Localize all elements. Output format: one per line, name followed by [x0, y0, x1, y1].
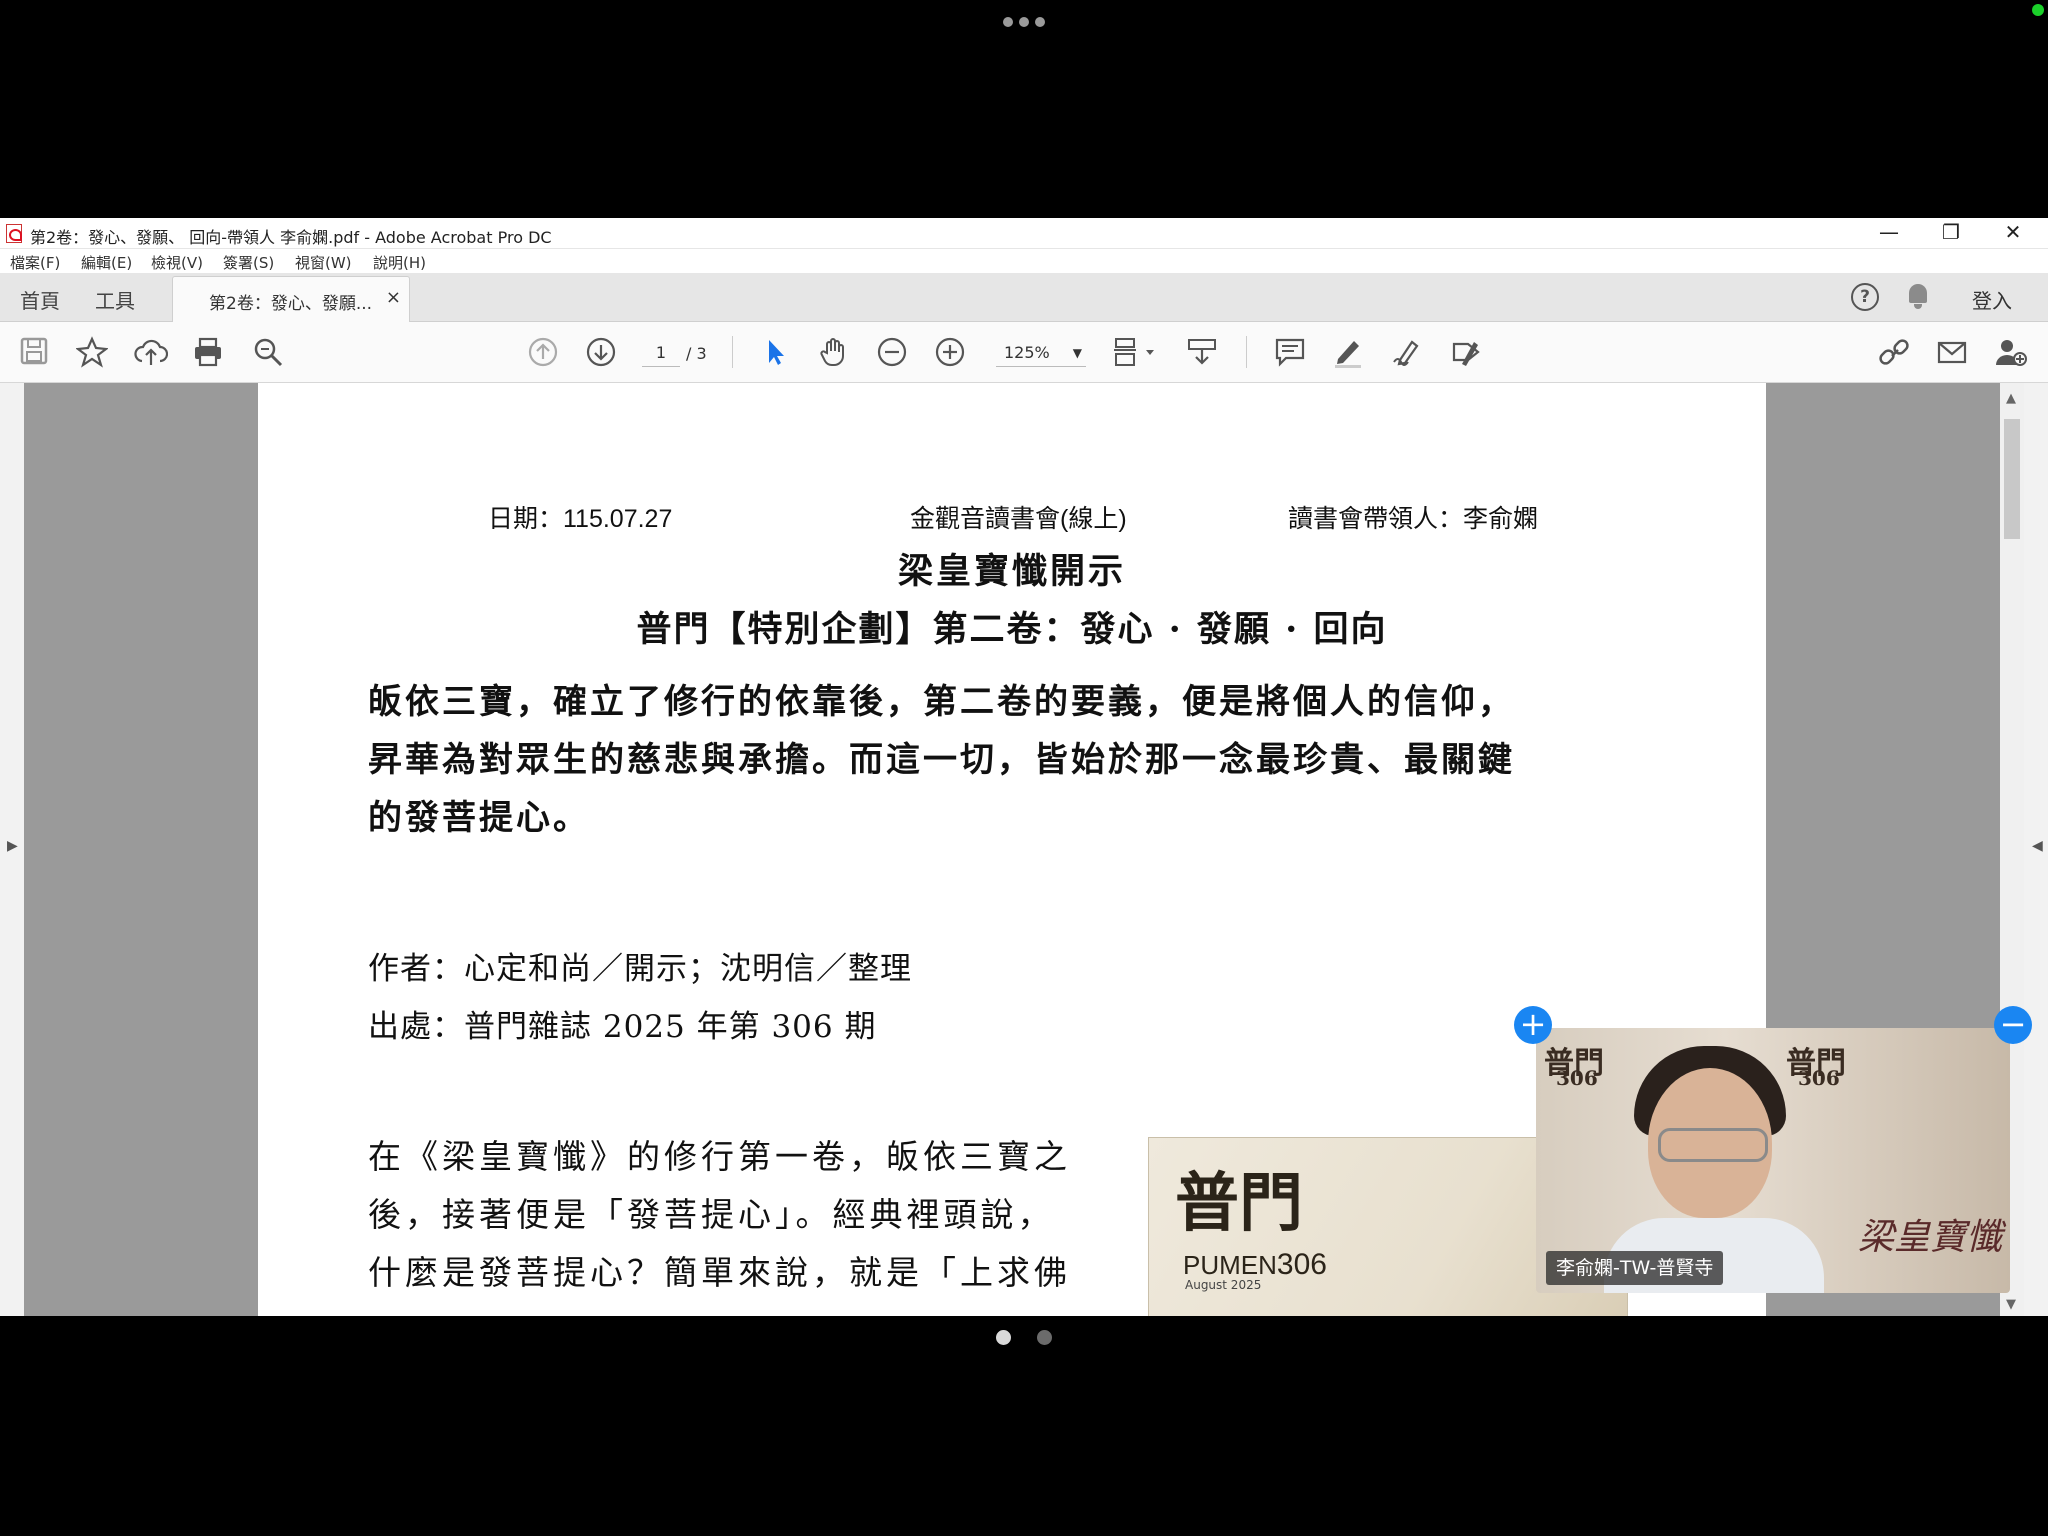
menu-edit[interactable]: 編輯(E): [81, 252, 132, 273]
menu-help[interactable]: 說明(H): [373, 252, 426, 273]
doc-author: 作者：心定和尚／開示；沈明信／整理: [368, 951, 912, 987]
meeting-page-indicator: [0, 1330, 2048, 1349]
background-cover-issue: 306: [1798, 1066, 1840, 1090]
doc-subtitle: 普門【特別企劃】第二卷：發心 · 發願 · 回向: [636, 609, 1388, 650]
chevron-down-icon: ▼: [1072, 346, 1082, 360]
scroll-mode-icon[interactable]: [1186, 336, 1218, 368]
toolbar-divider: [732, 336, 733, 368]
scrollbar-thumb[interactable]: [2004, 419, 2020, 539]
page-dot-active[interactable]: [996, 1330, 1012, 1345]
expand-left-panel-icon[interactable]: ▶: [7, 838, 18, 854]
zoom-in-icon[interactable]: [934, 336, 966, 368]
magazine-date: August 2025: [1185, 1278, 1262, 1292]
help-icon[interactable]: ?: [1851, 283, 1879, 311]
menu-view[interactable]: 檢視(V): [151, 252, 203, 273]
tab-tools[interactable]: 工具: [95, 285, 135, 314]
doc-leader: 讀書會帶領人：李俞嫻: [1288, 505, 1539, 533]
main-toolbar: 1 / 3 125% ▼: [0, 322, 2048, 383]
zoom-level-value: 125%: [1004, 343, 1050, 362]
lead-line: 皈依三寶，確立了修行的依靠後，第二卷的要義，便是將個人的信仰，: [368, 682, 1515, 722]
add-user-icon[interactable]: [1994, 336, 2027, 368]
upload-cloud-icon[interactable]: [134, 336, 169, 368]
page-fit-icon[interactable]: [1112, 336, 1154, 368]
select-cursor-icon[interactable]: [760, 336, 792, 368]
doc-date: 日期：115.07.27: [488, 505, 673, 533]
magazine-name: PUMEN: [1183, 1250, 1277, 1280]
left-panel-toggle[interactable]: ▶: [0, 383, 24, 1316]
doc-body-paragraph: 在《梁皇寶懺》的修行第一卷，皈依三寶之 後，接著便是「發菩提心」。經典裡頭說， …: [368, 1128, 1158, 1302]
zoom-out-icon[interactable]: [876, 336, 908, 368]
page-dot[interactable]: [1036, 1330, 1052, 1345]
magazine-logo: 普門: [1175, 1166, 1303, 1241]
participant-glasses: [1658, 1128, 1768, 1162]
doc-source: 出處：普門雜誌 2025 年第 306 期: [368, 1009, 877, 1045]
close-window-button[interactable]: ✕: [1982, 218, 2044, 248]
lead-line: 的發菩提心。: [368, 798, 590, 838]
menu-file[interactable]: 檔案(F): [10, 252, 60, 273]
participant-name-label: 李俞嫻-TW-普賢寺: [1546, 1251, 1724, 1285]
add-video-button[interactable]: +: [1514, 1006, 1552, 1044]
title-bar: 第2卷：發心、發願、 回向-帶領人 李俞嫻.pdf - Adobe Acroba…: [0, 218, 2048, 249]
highlight-pen-icon[interactable]: [1332, 336, 1364, 368]
magazine-title: PUMEN306: [1183, 1248, 1327, 1282]
toolbar-divider: [1246, 336, 1247, 368]
zoom-level-dropdown[interactable]: 125% ▼: [996, 340, 1086, 367]
body-line: 什麼是發菩提心？簡單來說，就是「上求佛: [368, 1253, 1071, 1292]
doc-title: 梁皇寶懺開示: [897, 551, 1126, 592]
edit-pdf-icon[interactable]: [1450, 336, 1482, 368]
print-icon[interactable]: [192, 336, 224, 368]
tab-document[interactable]: 第2卷：發心、發願... ×: [172, 276, 410, 322]
menu-sign[interactable]: 簽署(S): [223, 252, 274, 273]
close-tab-icon[interactable]: ×: [386, 287, 401, 308]
lead-line: 昇華為對眾生的慈悲與承擔。而這一切，皆始於那一念最珍貴、最關鍵: [368, 740, 1515, 780]
comment-icon[interactable]: [1274, 336, 1306, 368]
expand-right-panel-icon[interactable]: ◀: [2032, 838, 2043, 854]
minimize-button[interactable]: —: [1858, 218, 1920, 248]
scroll-up-icon[interactable]: ▲: [2006, 391, 2016, 406]
meeting-options-dots[interactable]: [0, 12, 2048, 31]
hand-tool-icon[interactable]: [818, 336, 850, 368]
window-title: 第2卷：發心、發願、 回向-帶領人 李俞嫻.pdf - Adobe Acroba…: [30, 228, 552, 247]
pdf-icon: [6, 224, 22, 243]
previous-page-icon[interactable]: [527, 336, 559, 368]
find-zoom-icon[interactable]: [252, 336, 284, 368]
restore-button[interactable]: ❐: [1920, 218, 1982, 248]
doc-lead-paragraph: 皈依三寶，確立了修行的依靠後，第二卷的要義，便是將個人的信仰， 昇華為對眾生的慈…: [368, 673, 1698, 847]
page-total: / 3: [686, 344, 707, 363]
participant-video-tile[interactable]: 普門 普門 306 306 梁皇寶懺 李俞嫻-TW-普賢寺: [1536, 1028, 2010, 1293]
tab-document-label: 第2卷：發心、發願...: [209, 294, 373, 314]
background-cover-issue: 306: [1556, 1066, 1598, 1090]
minimize-video-button[interactable]: −: [1994, 1006, 2032, 1044]
menu-bar: 檔案(F) 編輯(E) 檢視(V) 簽署(S) 視窗(W) 說明(H): [0, 249, 2048, 273]
menu-window[interactable]: 視窗(W): [295, 252, 352, 273]
body-line: 後，接著便是「發菩提心」。經典裡頭說，: [368, 1195, 1055, 1234]
bookmark-star-icon[interactable]: [75, 336, 109, 368]
body-line: 在《梁皇寶懺》的修行第一卷，皈依三寶之: [368, 1137, 1071, 1176]
notifications-bell-icon[interactable]: [1907, 284, 1929, 310]
sign-pen-icon[interactable]: [1392, 336, 1424, 368]
email-icon[interactable]: [1936, 336, 1968, 368]
next-page-icon[interactable]: [585, 336, 617, 368]
connection-status-indicator: [2032, 4, 2044, 16]
share-link-icon[interactable]: [1878, 336, 1910, 368]
save-icon[interactable]: [18, 336, 50, 368]
tab-bar: 首頁 工具 第2卷：發心、發願... × ? 登入: [0, 273, 2048, 322]
scroll-down-icon[interactable]: ▼: [2006, 1297, 2016, 1312]
background-calligraphy: 梁皇寶懺: [1858, 1217, 2003, 1258]
tab-home[interactable]: 首頁: [20, 285, 60, 314]
magazine-issue: 306: [1276, 1248, 1327, 1281]
doc-event: 金觀音讀書會(線上): [910, 505, 1127, 533]
page-number-input[interactable]: 1: [642, 340, 680, 367]
sign-in-button[interactable]: 登入: [1972, 285, 2012, 314]
